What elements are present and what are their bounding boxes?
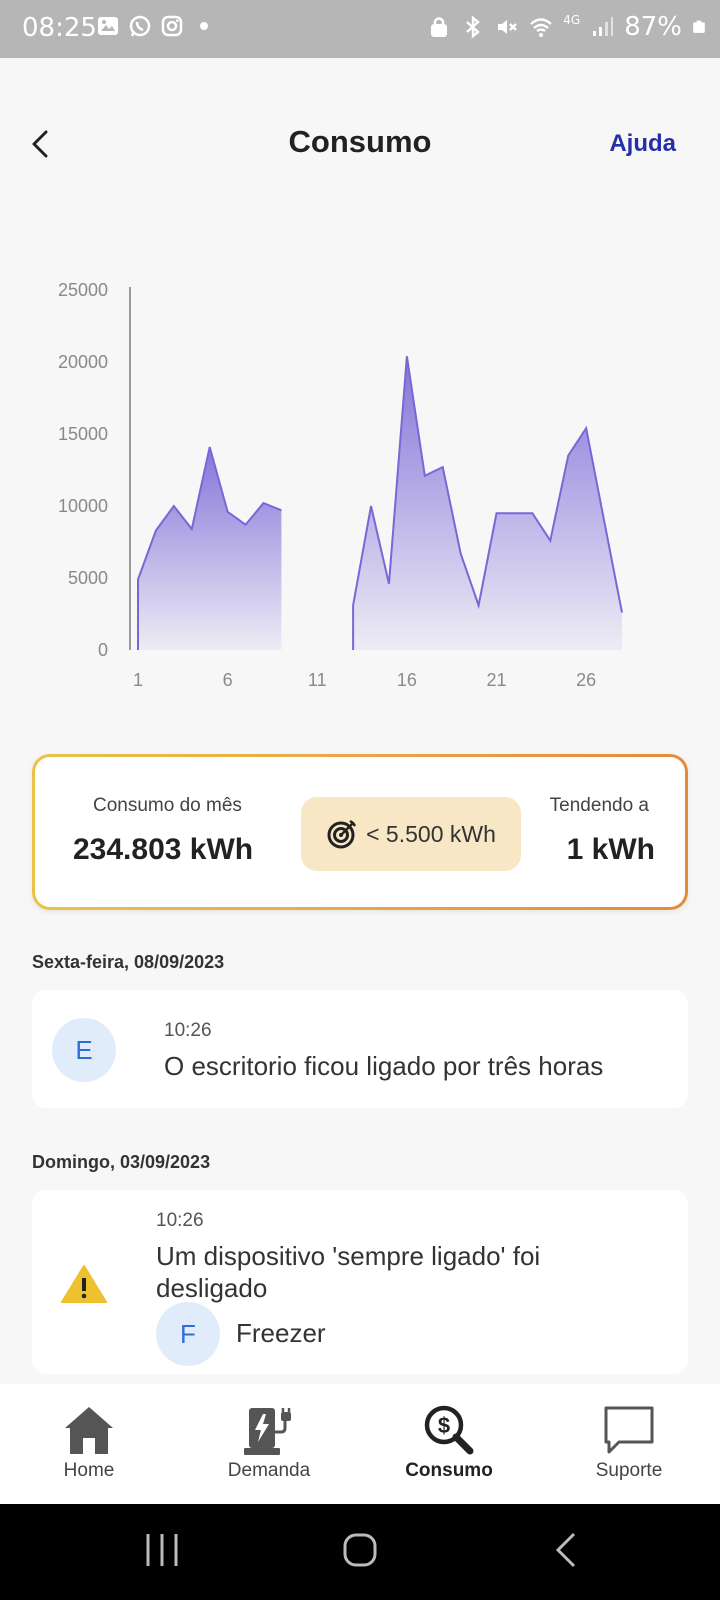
home-icon: [65, 1407, 113, 1454]
dot-icon: [200, 22, 208, 30]
bluetooth-icon: [466, 15, 481, 39]
goal-chip[interactable]: < 5.500 kWh: [301, 797, 521, 871]
nav-label-suporte: Suporte: [595, 1460, 663, 1481]
target-icon: [327, 819, 357, 849]
status-time: 08:25: [22, 13, 97, 43]
y-tick-label: 15000: [58, 424, 108, 444]
back-button-icon[interactable]: [552, 1530, 580, 1570]
device-name: Freezer: [236, 1318, 326, 1348]
help-link[interactable]: Ajuda: [609, 130, 676, 158]
wifi-icon: [530, 18, 553, 37]
nav-label-demanda: Demanda: [227, 1460, 311, 1481]
y-tick-label: 20000: [58, 352, 108, 372]
nav-label-consumo: Consumo: [405, 1460, 493, 1481]
nav-item-demanda[interactable]: Demanda: [194, 1404, 344, 1482]
area-fill-segment-1: [138, 446, 282, 650]
y-tick-label: 0: [98, 640, 108, 660]
gallery-icon: [98, 17, 118, 35]
event-card[interactable]: 10:26 Um dispositivo 'sempre ligado' foi…: [32, 1190, 688, 1374]
monthly-summary-card: Consumo do mês 234.803 kWh < 5.500 kWh T…: [32, 754, 688, 910]
nav-label-home: Home: [63, 1460, 115, 1481]
lock-icon: [431, 17, 448, 37]
x-tick-label: 11: [308, 670, 327, 690]
chat-bubble-icon: [604, 1406, 654, 1454]
y-tick-label: 25000: [58, 280, 108, 300]
consumption-chart: 0 5000 10000 15000 20000 25000 1 6 11 16 21 26: [0, 270, 720, 690]
trend-value: 1 kWh: [566, 833, 655, 866]
x-tick-label: 21: [487, 670, 507, 690]
month-consumption-value: 234.803 kWh: [73, 833, 254, 866]
recent-apps-icon[interactable]: [144, 1530, 180, 1570]
warning-icon: [61, 1265, 107, 1303]
event-date-heading: Domingo, 03/09/2023: [32, 1152, 211, 1172]
area-fill-segment-2: [353, 356, 622, 650]
svg-text:$: $: [438, 1413, 450, 1438]
instagram-icon: [161, 15, 183, 37]
nav-item-home[interactable]: Home: [14, 1404, 164, 1482]
goal-value: < 5.500 kWh: [366, 820, 496, 847]
network-type: 4G: [563, 13, 581, 27]
avatar: E: [52, 1018, 116, 1082]
battery-icon: [693, 20, 705, 33]
battery-percent: 87%: [624, 12, 682, 42]
y-tick-label: 10000: [58, 496, 108, 516]
status-bar: 08:25 4G 87%: [0, 0, 720, 58]
nav-item-suporte[interactable]: Suporte: [554, 1404, 704, 1482]
event-text-line-2: desligado: [156, 1273, 268, 1303]
ev-charger-icon: [244, 1408, 291, 1455]
signal-icon: [593, 17, 614, 36]
mute-icon: [498, 20, 518, 34]
trend-label: Tendendo a: [549, 795, 649, 816]
event-text: O escritorio ficou ligado por três horas: [164, 1051, 604, 1081]
event-card[interactable]: E 10:26 O escritorio ficou ligado por tr…: [32, 990, 688, 1108]
device-avatar: F: [156, 1302, 220, 1366]
system-navigation-bar: [0, 1504, 720, 1600]
event-text-line-1: Um dispositivo 'sempre ligado' foi: [156, 1241, 541, 1271]
x-tick-label: 26: [576, 670, 596, 690]
chart-svg: 05000100001500020000250001 6 11 16 21 26: [58, 280, 623, 690]
month-consumption-label: Consumo do mês: [93, 795, 242, 816]
event-time: 10:26: [164, 1020, 212, 1041]
event-time: 10:26: [156, 1210, 204, 1231]
app-header: Consumo Ajuda: [0, 58, 720, 228]
y-tick-label: 5000: [68, 568, 108, 588]
home-button-icon[interactable]: [340, 1530, 380, 1570]
money-search-icon: $: [424, 1405, 474, 1455]
nav-item-consumo[interactable]: $ Consumo: [374, 1404, 524, 1482]
bottom-navigation: Home Demanda $ Consumo Suporte: [0, 1384, 720, 1504]
whatsapp-icon: [129, 15, 151, 37]
x-tick-label: 1: [133, 670, 143, 690]
x-tick-label: 6: [223, 670, 233, 690]
x-tick-label: 16: [397, 670, 417, 690]
event-date-heading: Sexta-feira, 08/09/2023: [32, 952, 225, 972]
